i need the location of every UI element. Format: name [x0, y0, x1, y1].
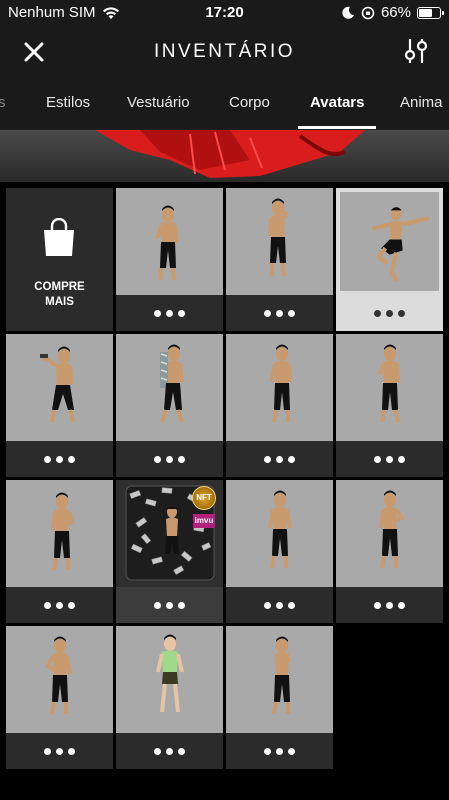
avatar-figure — [378, 344, 400, 423]
more-options-icon[interactable] — [116, 295, 223, 331]
more-options-icon[interactable] — [116, 587, 223, 623]
tab-animacoes[interactable]: Anima — [400, 94, 443, 111]
avatar-figure — [40, 346, 76, 423]
tab-partial-left[interactable]: s — [0, 94, 6, 111]
avatar-figure — [160, 344, 184, 423]
avatar-grid: COMPRE MAIS NFT imvu — [0, 182, 449, 800]
avatar-thumbnail — [336, 334, 443, 441]
avatar-thumbnail — [226, 188, 333, 295]
avatar-item[interactable] — [336, 480, 443, 623]
app-header: INVENTÁRIO — [0, 26, 449, 82]
page-title: INVENTÁRIO — [153, 41, 296, 62]
shop-more-button[interactable]: COMPRE MAIS — [6, 188, 113, 331]
avatar-item[interactable] — [116, 334, 223, 477]
avatar-thumbnail: NFT imvu — [116, 480, 223, 587]
avatar-thumbnail — [6, 334, 113, 441]
avatar-item[interactable] — [226, 334, 333, 477]
more-options-icon[interactable] — [336, 295, 443, 331]
avatar-item[interactable] — [116, 188, 223, 331]
avatar-figure — [51, 492, 75, 571]
tab-estilos[interactable]: Estilos — [46, 94, 90, 111]
avatar-item[interactable] — [116, 626, 223, 769]
avatar-figure — [45, 636, 72, 715]
more-options-icon[interactable] — [6, 587, 113, 623]
avatar-item-selected[interactable] — [336, 188, 443, 331]
avatar-thumbnail — [340, 192, 439, 291]
more-options-icon[interactable] — [6, 441, 113, 477]
avatar-thumbnail — [116, 626, 223, 733]
tab-vestuario[interactable]: Vestuário — [127, 94, 190, 111]
avatar-figure — [156, 634, 184, 713]
battery-percent: 66% — [380, 4, 411, 21]
avatar-thumbnail — [6, 480, 113, 587]
more-options-icon[interactable] — [226, 295, 333, 331]
orientation-lock-icon — [361, 6, 375, 19]
more-options-icon[interactable] — [226, 587, 333, 623]
avatar-item[interactable] — [6, 480, 113, 623]
avatar-thumbnail — [6, 626, 113, 733]
more-options-icon[interactable] — [336, 587, 443, 623]
avatar-figure — [268, 490, 292, 569]
avatar-item[interactable] — [6, 334, 113, 477]
avatar-item[interactable] — [226, 188, 333, 331]
tab-avatars[interactable]: Avatars — [310, 94, 364, 111]
nft-badge: NFT — [192, 486, 216, 510]
avatar-thumbnail — [116, 188, 223, 295]
avatar-item-nft[interactable]: NFT imvu — [116, 480, 223, 623]
avatar-figure — [379, 490, 406, 569]
avatar-thumbnail — [336, 480, 443, 587]
filter-sliders-icon[interactable] — [401, 36, 431, 66]
more-options-icon[interactable] — [6, 733, 113, 769]
avatar-figure — [270, 344, 292, 423]
avatar-figure — [272, 636, 292, 715]
tab-corpo[interactable]: Corpo — [229, 94, 270, 111]
avatar-thumbnail — [116, 334, 223, 441]
more-options-icon[interactable] — [116, 733, 223, 769]
avatar-thumbnail — [226, 480, 333, 587]
avatar-item[interactable] — [336, 334, 443, 477]
shop-label: COMPRE MAIS — [34, 281, 85, 308]
imvu-logo: imvu — [193, 514, 215, 528]
avatar-figure — [268, 198, 289, 277]
avatar-figure — [371, 207, 430, 282]
status-bar: Nenhum SIM 17:20 66% — [0, 0, 449, 26]
shopping-bag-icon — [44, 218, 74, 256]
category-tabs: s Estilos Vestuário Corpo Avatars Anima — [0, 82, 449, 130]
more-options-icon[interactable] — [226, 441, 333, 477]
moon-icon — [342, 6, 354, 19]
active-tab-indicator — [298, 126, 376, 129]
avatar-preview-image — [95, 130, 365, 178]
more-options-icon[interactable] — [226, 733, 333, 769]
avatar-item[interactable] — [226, 480, 333, 623]
status-right: 66% — [342, 4, 444, 21]
avatar-item[interactable] — [226, 626, 333, 769]
avatar-figure — [154, 205, 179, 281]
avatar-preview-banner — [0, 130, 449, 182]
avatar-item[interactable] — [6, 626, 113, 769]
more-options-icon[interactable] — [336, 441, 443, 477]
battery-icon — [417, 6, 444, 19]
more-options-icon[interactable] — [116, 441, 223, 477]
avatar-thumbnail — [226, 626, 333, 733]
avatar-thumbnail — [226, 334, 333, 441]
